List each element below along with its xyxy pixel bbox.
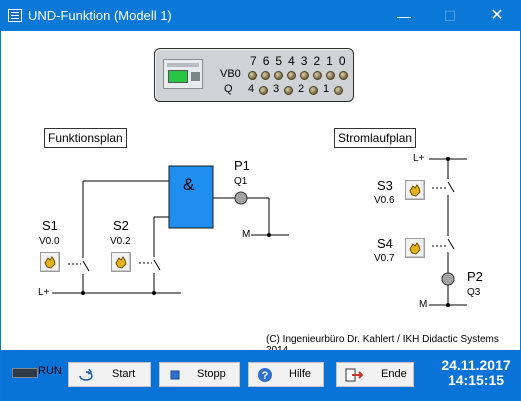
- stop-button[interactable]: Stopp: [159, 362, 240, 387]
- p2-address: Q3: [467, 287, 481, 298]
- help-icon: ?: [258, 368, 272, 382]
- time-text: 14:15:15: [447, 372, 505, 388]
- s3-address: V0.6: [374, 195, 395, 206]
- p1-name: P1: [234, 158, 250, 173]
- date-time-display: 24.11.2017 14:15:15: [439, 358, 513, 388]
- hand-pointer-icon: [115, 256, 127, 269]
- start-button[interactable]: Start: [68, 362, 151, 387]
- start-label: Start: [112, 368, 136, 380]
- help-button[interactable]: ? Hilfe: [248, 362, 324, 387]
- s4-address: V0.7: [374, 253, 395, 264]
- s2-name: S2: [113, 218, 129, 233]
- m-left-label: M: [242, 229, 251, 240]
- p1-address: Q1: [234, 176, 248, 187]
- svg-text:?: ?: [262, 370, 269, 382]
- s3-switch-button[interactable]: [405, 180, 425, 200]
- s3-name: S3: [377, 178, 393, 193]
- run-indicator: [12, 368, 38, 378]
- hand-pointer-icon: [409, 184, 421, 197]
- s1-name: S1: [42, 218, 58, 233]
- and-symbol: &: [183, 175, 195, 194]
- s1-switch-button[interactable]: [40, 252, 60, 272]
- date-text: 24.11.2017: [441, 357, 511, 373]
- p2-name: P2: [467, 269, 483, 284]
- stop-icon: [170, 370, 180, 380]
- lplus-right-label: L+: [413, 153, 425, 164]
- hand-pointer-icon: [409, 242, 421, 255]
- refresh-icon: [79, 368, 93, 381]
- stop-label: Stopp: [197, 368, 226, 380]
- lplus-left-label: L+: [38, 287, 50, 298]
- s2-switch-button[interactable]: [111, 252, 131, 272]
- m-right-label: M: [419, 299, 428, 310]
- s1-address: V0.0: [39, 236, 60, 247]
- s2-address: V0.2: [110, 236, 131, 247]
- run-label: RUN: [38, 365, 62, 377]
- status-bar: RUN Start Stopp ? Hilfe Ende 24.11.2017 …: [1, 350, 520, 400]
- hand-pointer-icon: [44, 256, 56, 269]
- exit-label: Ende: [381, 368, 407, 380]
- lamp-icon: [441, 272, 455, 286]
- app-window: UND-Funktion (Modell 1) — ☐ ✕ 76543210 V…: [0, 0, 521, 401]
- s4-name: S4: [377, 236, 393, 251]
- exit-icon: [345, 368, 364, 382]
- s4-switch-button[interactable]: [405, 238, 425, 258]
- help-label: Hilfe: [289, 368, 312, 380]
- exit-button[interactable]: Ende: [336, 362, 414, 387]
- lamp-icon: [234, 191, 248, 205]
